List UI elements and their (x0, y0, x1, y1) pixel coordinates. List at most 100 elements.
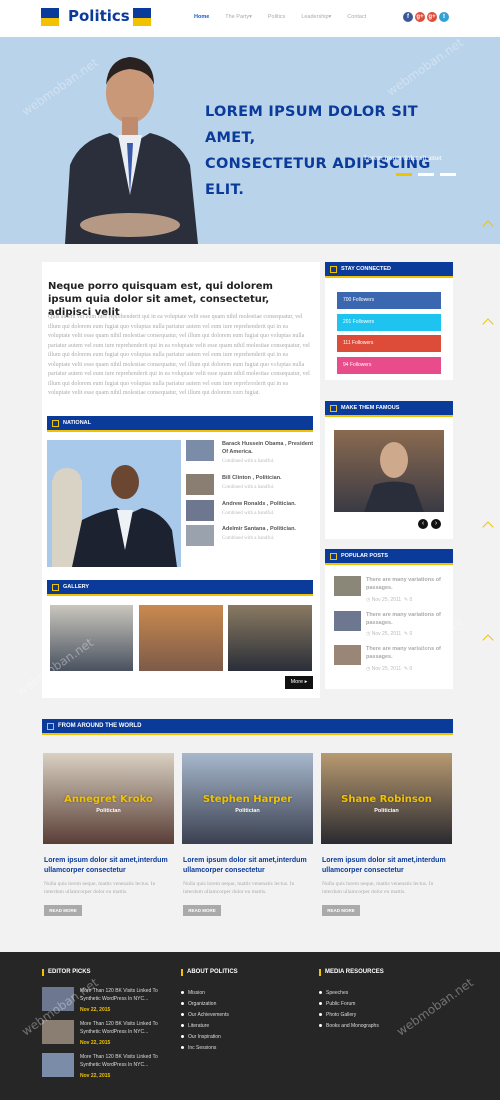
editor-pick-3-title[interactable]: More Than 120 BK Visits Linked To Synthe… (80, 1053, 165, 1069)
document-icon (330, 553, 337, 560)
popular-posts-header: POPULAR POSTS (325, 549, 453, 565)
facebook-icon[interactable]: f (403, 12, 413, 22)
hero-title: LOREM IPSUM DOLOR SIT AMET, CONSECTETUR … (205, 104, 431, 198)
world-card-1-name: Annegret Kroko (64, 794, 153, 805)
popular-post-3-meta: ◷ Nov 25, 2011 ✎ 0 (366, 666, 413, 672)
world-header: FROM AROUND THE WORLD (42, 719, 453, 735)
chevron-up-icon-2 (482, 521, 494, 533)
footer-link-photo-gallery[interactable]: Photo Gallery (319, 1012, 356, 1018)
google-plus-icon[interactable]: g+ (415, 12, 425, 22)
nav-home[interactable]: Home (194, 14, 209, 20)
national-thumb-4[interactable] (186, 525, 214, 546)
social-links: f g+ g+ t (403, 12, 449, 22)
world-card-1-photo[interactable]: Annegret Kroko Politician (43, 753, 174, 844)
national-item-2-sub: Combined with a handful. (222, 485, 275, 490)
dribbble-followers[interactable]: 94 Followers (337, 357, 441, 374)
stay-connected-header: STAY CONNECTED (325, 262, 453, 278)
world-card-1-title[interactable]: Lorem ipsum dolor sit amet,interdum ulla… (44, 856, 175, 876)
world-card-2-name: Stephen Harper (202, 794, 293, 805)
national-item-3-sub: Combined with a handful. (222, 511, 275, 516)
footer-link-books[interactable]: Books and Monographs (319, 1023, 379, 1029)
flag-logo-icon (41, 8, 59, 26)
world-card-1-desc: Nulla quis lorem neque, mattis venenatis… (44, 881, 156, 895)
slider-dot-3[interactable] (440, 173, 456, 176)
google-followers[interactable]: 111 Followers (337, 335, 441, 352)
obama-feature-photo[interactable] (47, 440, 181, 567)
footer-link-achievements[interactable]: Our Achievements (181, 1012, 229, 1018)
popular-thumb-3[interactable] (334, 645, 361, 665)
main-nav: Home The Party▾ Politics Leadership▾ Con… (194, 14, 382, 20)
footer-link-organization[interactable]: Organization (181, 1001, 216, 1007)
chevron-up-icon-3 (482, 634, 494, 646)
nav-the-party[interactable]: The Party▾ (225, 14, 252, 20)
editor-picks-heading: EDITOR PICKS (42, 969, 91, 976)
gallery-icon (52, 584, 59, 591)
world-card-1-read-more[interactable]: READ MORE (44, 905, 82, 916)
world-card-3-title[interactable]: Lorem ipsum dolor sit amet,interdum ulla… (322, 856, 453, 876)
national-thumb-1[interactable] (186, 440, 214, 461)
national-icon (52, 420, 59, 427)
popular-thumb-2[interactable] (334, 611, 361, 631)
popular-post-2-meta: ◷ Nov 25, 2011 ✎ 0 (366, 631, 413, 637)
media-resources-heading: MEDIA RESOURCES (319, 969, 384, 976)
next-arrow-icon[interactable]: › (431, 519, 441, 529)
famous-header: MAKE THEM FAMOUS (325, 401, 453, 417)
footer-link-speeches[interactable]: Speeches (319, 990, 348, 996)
footer-link-mission[interactable]: Mission (181, 990, 205, 996)
article-body: Quis autem vel eum iure reprehenderit qu… (48, 314, 310, 396)
world-card-1-role: Politician (96, 808, 121, 814)
facebook-followers[interactable]: 700 Followers (337, 292, 441, 309)
popular-post-3-title[interactable]: There are many variations of passages. (366, 645, 444, 661)
twitter-icon[interactable]: t (439, 12, 449, 22)
hero-politician-photo (65, 57, 198, 244)
national-item-4-sub: Combined with a handful. (222, 536, 275, 541)
hero-subtitle: Lorem ipsum dolor sit amet (364, 154, 442, 162)
connect-icon (330, 266, 337, 273)
twitter-followers[interactable]: 201 Followers (337, 314, 441, 331)
nav-contact[interactable]: Contact (347, 14, 366, 20)
national-thumb-3[interactable] (186, 500, 214, 521)
editor-pick-1-thumb[interactable] (42, 987, 74, 1011)
national-item-4-title[interactable]: Adelmir Santana , Politician. (222, 525, 314, 533)
slider-dot-1[interactable] (396, 173, 412, 176)
national-thumb-2[interactable] (186, 474, 214, 495)
footer-link-public-forum[interactable]: Public Forum (319, 1001, 355, 1007)
editor-pick-3-date: Nov 22, 2015 (80, 1073, 111, 1079)
site-logo[interactable]: Politics (68, 7, 130, 25)
footer-link-inspiration[interactable]: Our Inspiration (181, 1034, 221, 1040)
gallery-photo-2[interactable] (139, 605, 223, 671)
editor-pick-1-title[interactable]: More Than 120 BK Visits Linked To Synthe… (80, 987, 165, 1003)
gallery-header: GALLERY (47, 580, 313, 596)
popular-post-1-meta: ◷ Nov 25, 2011 ✎ 0 (366, 597, 413, 603)
footer-link-sessions[interactable]: Inc Sessions (181, 1045, 216, 1051)
footer-link-literature[interactable]: Literature (181, 1023, 209, 1029)
gallery-photo-3[interactable] (228, 605, 312, 671)
google-plus-icon-2[interactable]: g+ (427, 12, 437, 22)
national-item-1-title[interactable]: Barack Hussein Obama , President Of Amer… (222, 440, 314, 456)
gallery-photo-1[interactable] (50, 605, 133, 671)
world-card-2-photo[interactable]: Stephen Harper Politician (182, 753, 313, 844)
national-item-3-title[interactable]: Andrew Ronalds , Politician. (222, 500, 314, 508)
editor-pick-1-date: Nov 22, 2015 (80, 1007, 111, 1013)
world-card-2-title[interactable]: Lorem ipsum dolor sit amet,interdum ulla… (183, 856, 314, 876)
globe-icon (47, 723, 54, 730)
slider-dot-2[interactable] (418, 173, 434, 176)
world-card-3-read-more[interactable]: READ MORE (322, 905, 360, 916)
world-card-3-name: Shane Robinson (341, 794, 432, 805)
popular-thumb-1[interactable] (334, 576, 361, 596)
popular-post-2-title[interactable]: There are many variations of passages. (366, 611, 444, 627)
editor-pick-2-thumb[interactable] (42, 1020, 74, 1044)
editor-pick-3-thumb[interactable] (42, 1053, 74, 1077)
prev-arrow-icon[interactable]: ‹ (418, 519, 428, 529)
national-item-1-sub: Combined with a handful. (222, 459, 275, 464)
national-item-2-title[interactable]: Bill Clinton , Politician. (222, 474, 314, 482)
popular-post-1-title[interactable]: There are many variations of passages. (366, 576, 444, 592)
hero-slider: LOREM IPSUM DOLOR SIT AMET, CONSECTETUR … (0, 37, 500, 244)
nav-politics[interactable]: Politics (268, 14, 285, 20)
famous-photo[interactable] (334, 430, 444, 512)
world-card-2-read-more[interactable]: READ MORE (183, 905, 221, 916)
editor-pick-2-title[interactable]: More Than 120 BK Visits Linked To Synthe… (80, 1020, 165, 1036)
world-card-3-photo[interactable]: Shane Robinson Politician (321, 753, 452, 844)
nav-leadership[interactable]: Leadership▾ (301, 14, 331, 20)
gallery-more-button[interactable]: More ▸ (285, 676, 313, 689)
